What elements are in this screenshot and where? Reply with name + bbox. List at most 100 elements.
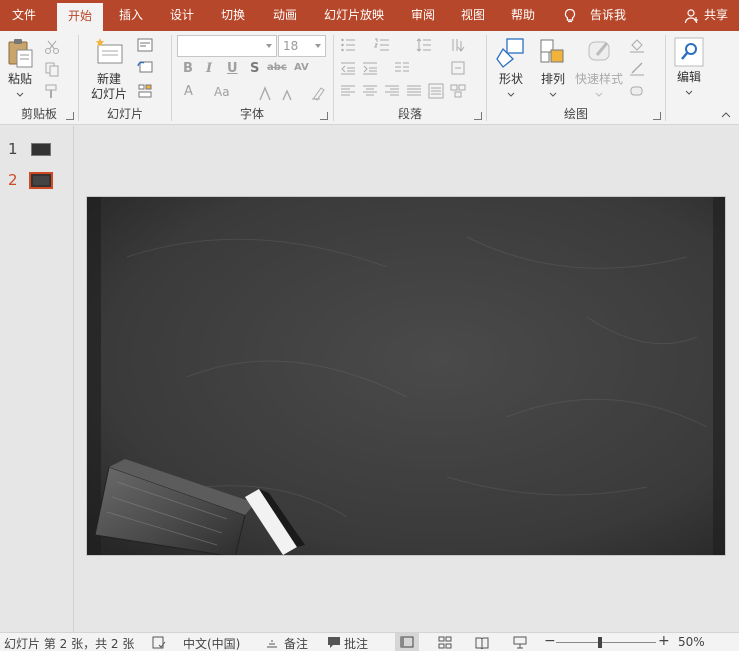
lightbulb-icon <box>564 8 576 23</box>
editing-label: 编辑 <box>676 70 701 84</box>
reset-icon[interactable] <box>137 59 153 75</box>
smartart-icon[interactable] <box>450 83 466 99</box>
bold-button[interactable]: B <box>183 61 193 76</box>
slide-number-1: 1 <box>8 140 18 158</box>
shapes-button[interactable]: 形状 <box>493 37 529 101</box>
normal-view-button[interactable] <box>395 633 419 651</box>
normal-view-icon <box>400 636 414 648</box>
quick-styles-icon <box>588 41 610 61</box>
chevron-down-icon <box>595 92 603 97</box>
columns-icon[interactable] <box>394 60 410 76</box>
language-status[interactable]: 中文(中国) <box>183 635 240 651</box>
reading-view-icon[interactable] <box>475 636 489 649</box>
tab-insert[interactable]: 插入 <box>110 0 152 31</box>
drawing-launcher-icon[interactable] <box>653 112 661 120</box>
distributed-icon[interactable] <box>428 83 444 99</box>
italic-button[interactable]: I <box>206 61 212 76</box>
slide-thumbnail-2[interactable] <box>29 172 53 189</box>
numbering-icon[interactable] <box>374 37 390 53</box>
zoom-in-icon[interactable]: + <box>658 633 670 649</box>
zoom-level[interactable]: 50% <box>678 635 705 649</box>
quick-styles-button[interactable]: 快速样式 <box>573 37 625 101</box>
font-name-combobox[interactable] <box>177 35 277 57</box>
tab-file[interactable]: 文件 <box>0 0 48 31</box>
increase-font-icon[interactable] <box>258 86 274 102</box>
paragraph-group-label: 段落 <box>397 107 422 121</box>
chevron-down-icon <box>266 44 272 48</box>
tab-slideshow[interactable]: 幻灯片放映 <box>318 0 390 31</box>
align-right-icon[interactable] <box>384 83 400 99</box>
cut-icon[interactable] <box>44 39 60 55</box>
quick-styles-label: 快速样式 <box>574 72 623 86</box>
font-color-button[interactable]: A <box>184 84 193 99</box>
slide-thumbnail-pane: 1 2 <box>0 126 74 632</box>
font-size-combobox[interactable]: 18 <box>278 35 326 57</box>
drawing-group-label: 绘图 <box>563 107 588 121</box>
copy-icon[interactable] <box>44 61 60 77</box>
tab-home[interactable]: 开始 <box>57 3 103 31</box>
align-text-icon[interactable] <box>450 60 466 76</box>
group-font: 18 B I U S abc AV A Aa 字体 <box>172 31 332 125</box>
strikethrough-button[interactable]: abc <box>267 62 287 73</box>
chevron-down-icon <box>315 44 321 48</box>
group-paragraph: 段落 <box>334 31 486 125</box>
tab-help[interactable]: 帮助 <box>502 0 544 31</box>
justify-icon[interactable] <box>406 83 422 99</box>
font-launcher-icon[interactable] <box>320 112 328 120</box>
zoom-slider-thumb[interactable] <box>597 637 602 648</box>
zoom-slider[interactable] <box>556 642 656 643</box>
slide-count-status: 幻灯片 第 2 张，共 2 张 <box>4 637 135 651</box>
slide-number-2: 2 <box>8 171 18 189</box>
new-slide-icon <box>95 38 123 64</box>
align-left-icon[interactable] <box>340 83 356 99</box>
editing-button[interactable]: 编辑 <box>672 37 706 99</box>
format-painter-icon[interactable] <box>44 83 60 99</box>
font-group-label: 字体 <box>239 107 264 121</box>
paste-button[interactable]: 粘贴 <box>4 37 36 101</box>
arrange-icon <box>540 39 564 63</box>
shape-effects-icon[interactable] <box>629 83 645 99</box>
paste-label: 粘贴 <box>7 72 32 86</box>
tab-design[interactable]: 设计 <box>161 0 203 31</box>
slide-canvas[interactable] <box>86 196 726 556</box>
new-slide-button[interactable]: 新建 幻灯片 <box>85 37 133 102</box>
collapse-ribbon-icon[interactable] <box>721 112 731 118</box>
vertical-scrollbar[interactable] <box>727 126 739 632</box>
tab-animations[interactable]: 动画 <box>264 0 306 31</box>
comments-button[interactable]: 批注 <box>344 635 368 651</box>
slide-sorter-icon[interactable] <box>438 636 452 649</box>
shape-outline-icon[interactable] <box>629 60 645 76</box>
underline-button[interactable]: U <box>227 61 238 76</box>
paragraph-launcher-icon[interactable] <box>474 112 482 120</box>
arrange-label: 排列 <box>540 72 565 86</box>
slide-thumbnail-1[interactable] <box>31 143 51 156</box>
tab-transitions[interactable]: 切换 <box>212 0 254 31</box>
slideshow-icon[interactable] <box>513 636 527 649</box>
arrange-button[interactable]: 排列 <box>535 37 571 101</box>
tab-view[interactable]: 视图 <box>452 0 494 31</box>
clipboard-launcher-icon[interactable] <box>66 112 74 120</box>
change-case-button[interactable]: Aa <box>214 85 230 99</box>
line-spacing-icon[interactable] <box>416 37 432 53</box>
bullets-icon[interactable] <box>340 37 356 53</box>
shape-fill-icon[interactable] <box>629 37 645 53</box>
proofing-icon[interactable] <box>152 636 166 649</box>
new-slide-label-1: 新建 <box>96 72 121 86</box>
zoom-out-icon[interactable]: − <box>544 633 556 649</box>
align-center-icon[interactable] <box>362 83 378 99</box>
increase-indent-icon[interactable] <box>362 60 378 76</box>
clear-formatting-icon[interactable] <box>310 85 326 101</box>
layout-icon[interactable] <box>137 37 153 53</box>
character-spacing-button[interactable]: AV <box>294 62 309 73</box>
chevron-down-icon <box>16 92 24 97</box>
share-label: 共享 <box>704 8 729 22</box>
shadow-button[interactable]: S <box>250 61 259 76</box>
notes-button[interactable]: 备注 <box>284 635 308 651</box>
section-icon[interactable] <box>137 83 153 99</box>
decrease-indent-icon[interactable] <box>340 60 356 76</box>
decrease-font-icon[interactable] <box>280 86 296 102</box>
chevron-down-icon <box>507 92 515 97</box>
tab-review[interactable]: 审阅 <box>402 0 444 31</box>
person-icon <box>684 9 698 24</box>
text-direction-icon[interactable] <box>450 37 466 53</box>
